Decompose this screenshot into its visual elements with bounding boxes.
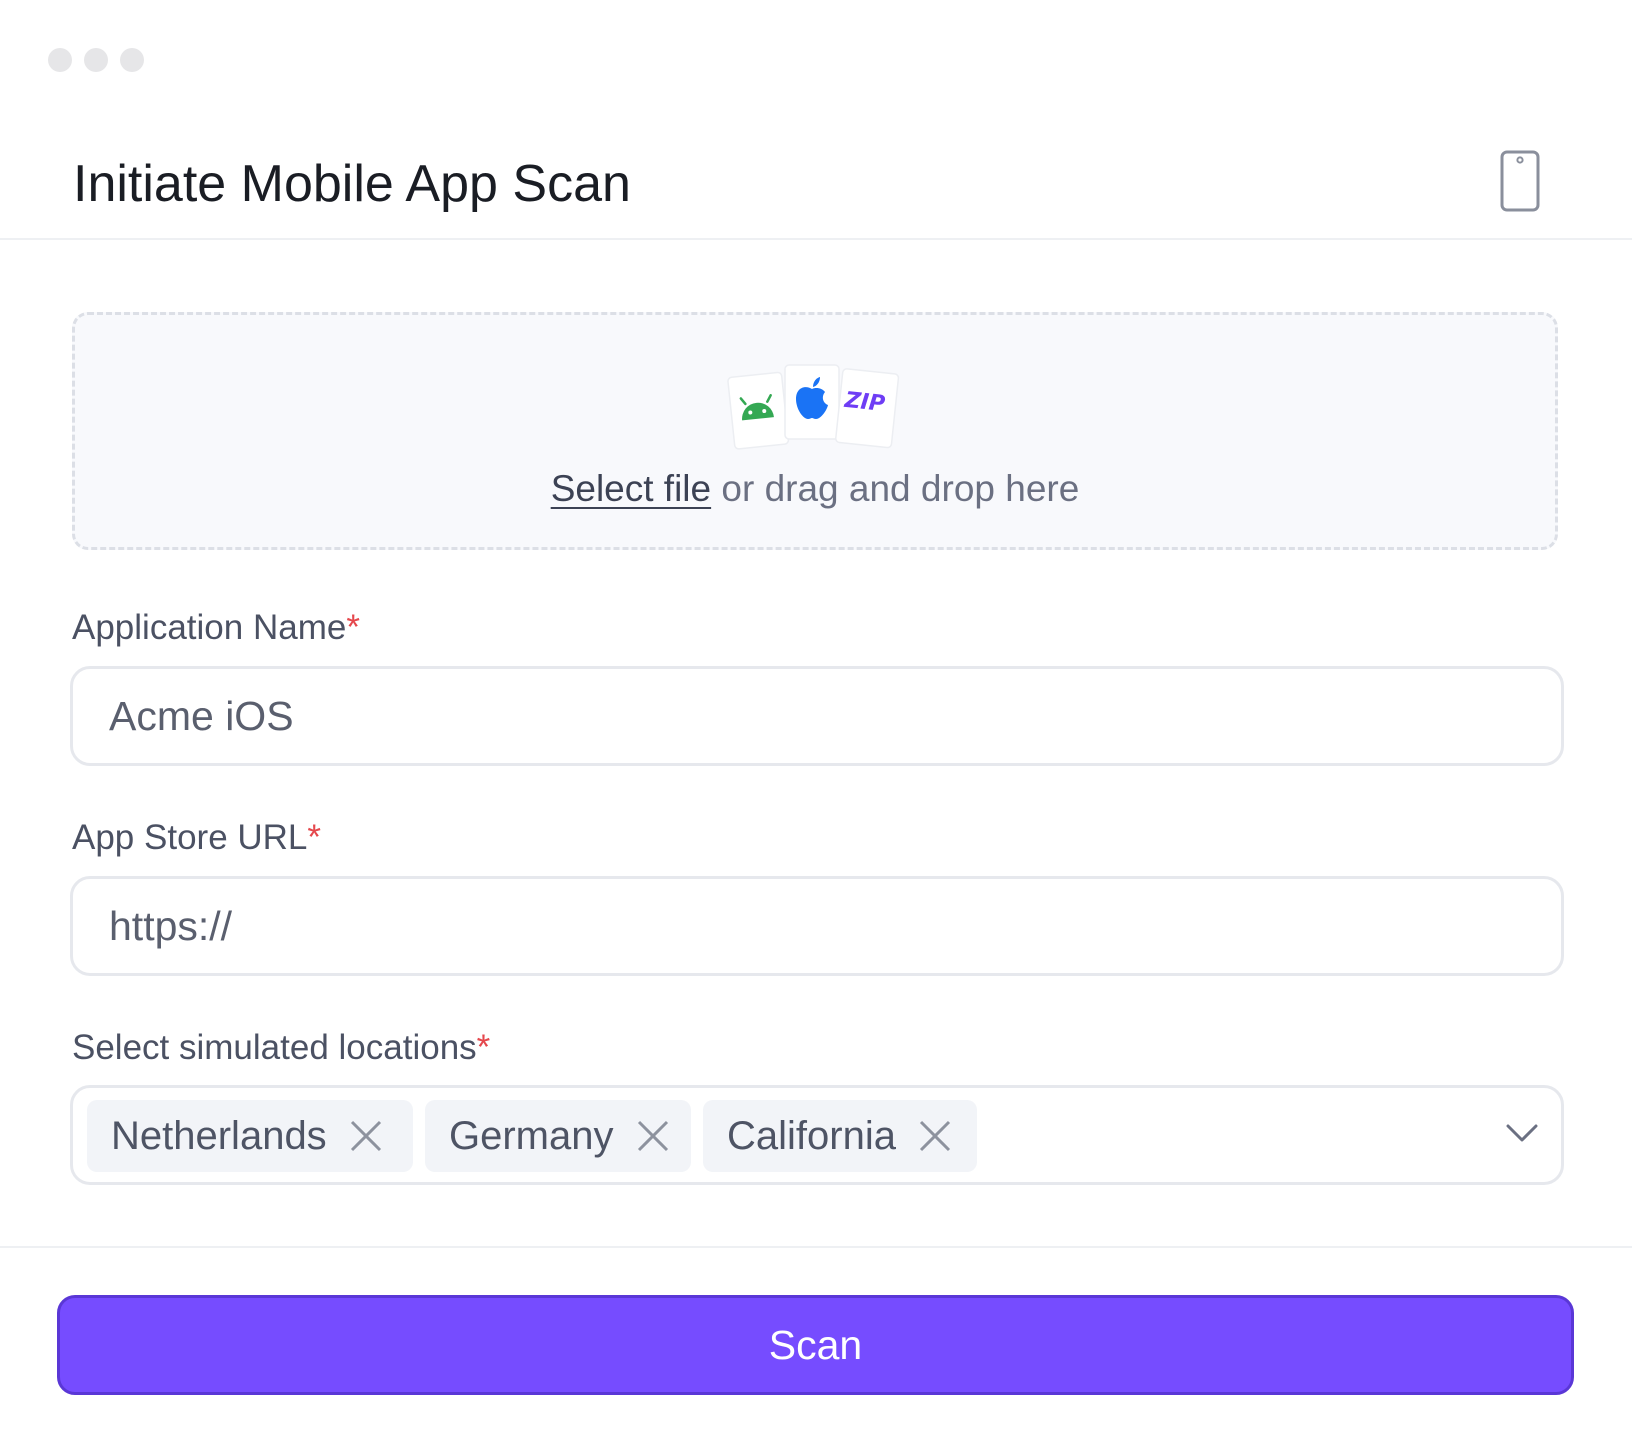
app-name-label-text: Application Name: [72, 608, 347, 647]
svg-text:ZIP: ZIP: [842, 388, 886, 417]
android-icon: [727, 371, 790, 450]
file-type-icons: ZIP: [727, 364, 900, 450]
locations-select[interactable]: Netherlands Germany California: [70, 1085, 1564, 1185]
page-title: Initiate Mobile App Scan: [73, 155, 631, 213]
mobile-phone-icon: [1500, 150, 1540, 212]
chip-label: California: [727, 1113, 896, 1158]
chip-label: Germany: [449, 1113, 614, 1158]
header: Initiate Mobile App Scan: [0, 0, 1632, 240]
location-chip: Netherlands: [87, 1100, 413, 1172]
remove-chip-icon[interactable]: [918, 1119, 952, 1153]
remove-chip-icon[interactable]: [636, 1119, 670, 1153]
file-dropzone[interactable]: ZIP Select file or drag and drop here: [72, 312, 1558, 550]
window-dot-3[interactable]: [120, 48, 144, 72]
store-url-input[interactable]: [70, 876, 1564, 976]
drop-hint: or drag and drop here: [711, 468, 1080, 509]
remove-chip-icon[interactable]: [349, 1119, 383, 1153]
store-url-label-text: App Store URL: [72, 818, 308, 857]
window-dot-1[interactable]: [48, 48, 72, 72]
locations-label: Select simulated locations*: [72, 1026, 490, 1070]
zip-icon: ZIP: [835, 368, 900, 449]
location-chip: California: [703, 1100, 977, 1172]
app-name-input[interactable]: [70, 666, 1564, 766]
locations-label-text: Select simulated locations: [72, 1028, 477, 1067]
select-file-link[interactable]: Select file: [551, 468, 711, 509]
footer-divider: [0, 1246, 1632, 1248]
app-name-label: Application Name*: [72, 606, 360, 650]
chevron-down-icon[interactable]: [1505, 1122, 1539, 1144]
scan-window: Initiate Mobile App Scan ZIP Select file…: [0, 0, 1632, 1440]
apple-icon: [784, 364, 840, 440]
required-mark: *: [476, 1028, 491, 1067]
store-url-label: App Store URL*: [72, 816, 321, 860]
required-mark: *: [346, 608, 360, 647]
scan-button[interactable]: Scan: [57, 1295, 1574, 1395]
window-controls: [48, 48, 144, 72]
window-dot-2[interactable]: [84, 48, 108, 72]
dropzone-text: Select file or drag and drop here: [75, 467, 1555, 511]
required-mark: *: [307, 818, 322, 857]
chip-label: Netherlands: [111, 1113, 327, 1158]
location-chip: Germany: [425, 1100, 691, 1172]
